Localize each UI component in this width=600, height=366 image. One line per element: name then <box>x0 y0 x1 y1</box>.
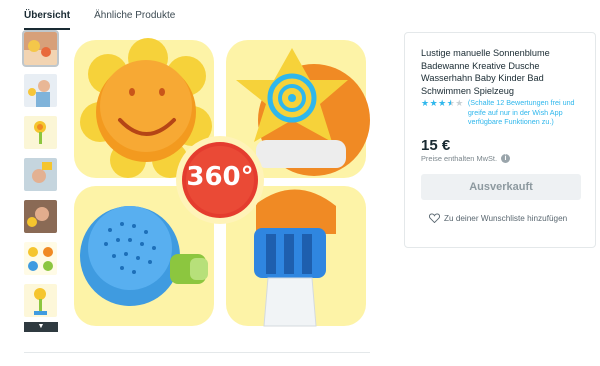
tabs: Übersicht Ähnliche Produkte <box>24 8 175 30</box>
sold-out-button[interactable]: Ausverkauft <box>421 174 581 200</box>
product-info-panel: Lustige manuelle Sonnenblume Badewanne K… <box>404 32 596 248</box>
thumbnail-strip <box>22 30 60 326</box>
section-divider <box>24 352 370 353</box>
vat-note: Preise enthalten MwSt. <box>421 154 497 163</box>
thumbnail-6[interactable] <box>24 242 57 275</box>
thumbnail-4[interactable] <box>24 158 57 191</box>
vat-note-row: Preise enthalten MwSt. i <box>421 154 510 163</box>
thumbnail-5[interactable] <box>24 200 57 233</box>
wishlist-link[interactable]: Zu deiner Wunschliste hinzufügen <box>429 213 567 223</box>
rating-text[interactable]: (Schalte 12 Bewertungen frei und greife … <box>468 98 591 127</box>
rotation-badge-label: 360° <box>186 162 254 192</box>
chevron-down-icon[interactable]: ▼ <box>24 322 58 332</box>
thumbnail-7[interactable] <box>24 284 57 317</box>
thumbnail-3[interactable] <box>24 116 57 149</box>
tab-overview[interactable]: Übersicht <box>24 8 71 30</box>
info-icon[interactable]: i <box>501 154 510 163</box>
product-main-image[interactable]: 360° <box>70 34 370 330</box>
thumbnail-1[interactable] <box>22 30 59 67</box>
thumbnail-2[interactable] <box>24 74 57 107</box>
product-title: Lustige manuelle Sonnenblume Badewanne K… <box>421 48 550 96</box>
tab-similar-products[interactable]: Ähnliche Produkte <box>94 8 175 30</box>
rating-row: ★★★★★ (Schalte 12 Bewertungen frei und g… <box>421 98 591 127</box>
star-rating-icon: ★★★★★ <box>421 98 464 108</box>
price: 15 € <box>421 137 451 154</box>
wishlist-label: Zu deiner Wunschliste hinzufügen <box>444 213 568 223</box>
heart-icon <box>429 213 440 223</box>
